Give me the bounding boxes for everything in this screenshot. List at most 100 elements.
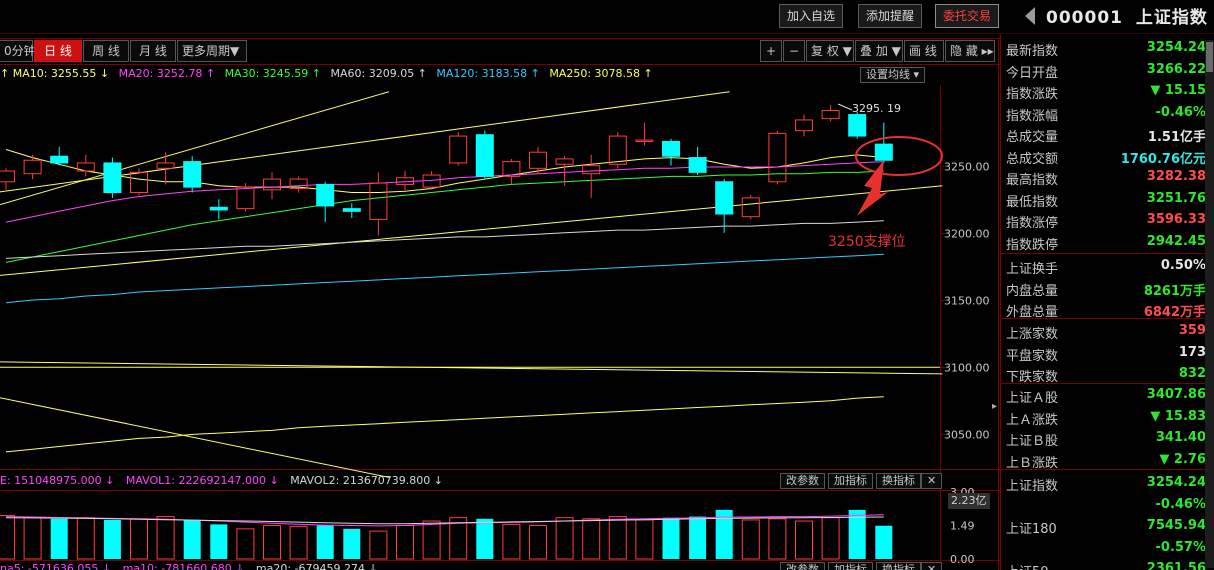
quote-label: 平盘家数 [1006, 348, 1059, 364]
quote-label: 上证180 [1006, 522, 1057, 537]
volume-bar [502, 523, 521, 560]
candle [103, 157, 122, 198]
quote-row: -0.57% [1001, 537, 1207, 558]
vol-legend-1: MAVOL1: 222692147.000 ↓ [125, 474, 279, 487]
volume-bar [795, 520, 813, 560]
bottom-modify-params-button[interactable]: 改参数 [780, 562, 825, 570]
candle-body [741, 197, 760, 218]
quote-value: 0.50% [1160, 258, 1206, 273]
quote-label: 指数涨停 [1006, 216, 1059, 231]
quote-row: 上证指数 3254.24 [1001, 472, 1206, 494]
candle [130, 168, 148, 196]
volume-bar [529, 525, 547, 560]
volume-bar [662, 517, 680, 559]
scrollbar-thumb[interactable] [1206, 42, 1213, 72]
quote-value: 3251.76 [1146, 190, 1206, 206]
vol-modify-params-button[interactable]: 改参数 [780, 473, 825, 489]
volume-bar [130, 518, 148, 560]
volume-axis-label: 0.00 [950, 553, 975, 566]
volume-current-value: 2.23亿 [948, 493, 990, 509]
bottom-add-indicator-button[interactable]: 加指标 [828, 562, 873, 570]
quote-value: 8261万手 [1143, 283, 1206, 299]
candle-body [369, 182, 388, 220]
candle-body [821, 110, 840, 120]
candle [741, 195, 760, 220]
candle-body [236, 186, 255, 210]
volume-bar [741, 519, 760, 560]
quote-label: 上证Ａ股 [1006, 391, 1059, 406]
quote-value: 3266.22 [1146, 61, 1206, 77]
volume-axis-label: 1.49 [950, 520, 975, 533]
candle-body [715, 181, 734, 215]
ma60-line [5, 220, 884, 259]
candle-body [23, 159, 42, 175]
volume-bar [422, 520, 441, 560]
quote-value: 3282.38 [1146, 169, 1206, 184]
candle-body [768, 132, 787, 183]
candle-body [662, 140, 680, 157]
quote-row: 总成交量 1.51亿手 [1001, 123, 1206, 145]
quote-value: 1760.76亿元 [1120, 151, 1206, 167]
quote-label: 内盘总量 [1006, 283, 1059, 299]
quote-label: 最新指数 [1006, 44, 1059, 59]
candle [768, 130, 787, 185]
candle [475, 130, 494, 180]
quote-panel: 最新指数 3254.24 今日开盘 3266.22 指数涨跌 ▼ 15.15 指数涨幅 -0.… [1000, 34, 1214, 570]
vol-add-indicator-button[interactable]: 加指标 [828, 473, 873, 489]
volume-bar [582, 518, 601, 560]
quote-label: 最高指数 [1006, 173, 1059, 188]
candle [76, 154, 95, 177]
quote-label: 上Ｂ涨跌 [1006, 455, 1059, 471]
candle [821, 105, 840, 122]
quote-panel-scrollbar[interactable] [1205, 40, 1214, 568]
quote-label: 总成交量 [1006, 130, 1059, 145]
vol-close-button[interactable]: ✕ [921, 473, 943, 489]
quote-label: 指数跌停 [1006, 237, 1059, 253]
candle-body [156, 162, 175, 169]
back-arrow-icon[interactable] [1025, 7, 1035, 25]
quote-label: 今日开盘 [1006, 65, 1059, 81]
candle-body [50, 155, 69, 164]
quote-row: 上证Ｂ股 341.40 [1001, 427, 1206, 449]
quote-row: 外盘总量 6842万手 [1001, 298, 1206, 320]
quote-row: 指数跌停 2942.45 [1001, 231, 1206, 253]
quote-value: 7545.94 [1146, 518, 1206, 533]
volume-bar [768, 518, 787, 560]
candle [396, 171, 414, 190]
bottom-switch-indicator-button[interactable]: 换指标 [876, 562, 921, 570]
candle-body [183, 161, 202, 188]
support-label: 3250支撑位 [828, 234, 906, 250]
candle [502, 158, 521, 185]
candle [0, 168, 15, 190]
volume-bar [263, 525, 281, 560]
volume-bar [236, 528, 255, 560]
trend-lines [0, 91, 943, 478]
volume-bar [156, 516, 175, 560]
candle [156, 152, 175, 185]
stock-name: 上证指数 [1135, 8, 1208, 28]
quote-row: -0.46% [1001, 494, 1207, 515]
volume-bar [50, 518, 68, 559]
candle-body [582, 165, 601, 175]
quote-value: 1.51亿手 [1147, 130, 1206, 145]
quote-label: 最低指数 [1006, 194, 1059, 210]
candle-body [316, 183, 335, 207]
quote-row: 总成交额 1760.76亿元 [1001, 145, 1206, 167]
quote-row: 内盘总量 8261万手 [1001, 277, 1206, 299]
candle-body [688, 157, 707, 173]
collapse-handle-icon[interactable]: ▸ [992, 400, 999, 414]
candle [369, 172, 388, 236]
candle [449, 132, 468, 166]
vol-switch-indicator-button[interactable]: 换指标 [876, 473, 921, 489]
quote-value: 3254.24 [1146, 475, 1206, 490]
bottom-close-button[interactable]: ✕ [921, 562, 943, 570]
volume-bar [343, 528, 361, 559]
candle-body [608, 135, 627, 165]
candle [50, 146, 69, 166]
trend-line [0, 185, 943, 276]
candle [183, 156, 202, 193]
quote-label: 上证指数 [1006, 479, 1059, 494]
price-axis-label: 3200.00 [944, 228, 990, 241]
trend-line [0, 361, 943, 375]
quote-label: 上证换手 [1006, 262, 1059, 277]
